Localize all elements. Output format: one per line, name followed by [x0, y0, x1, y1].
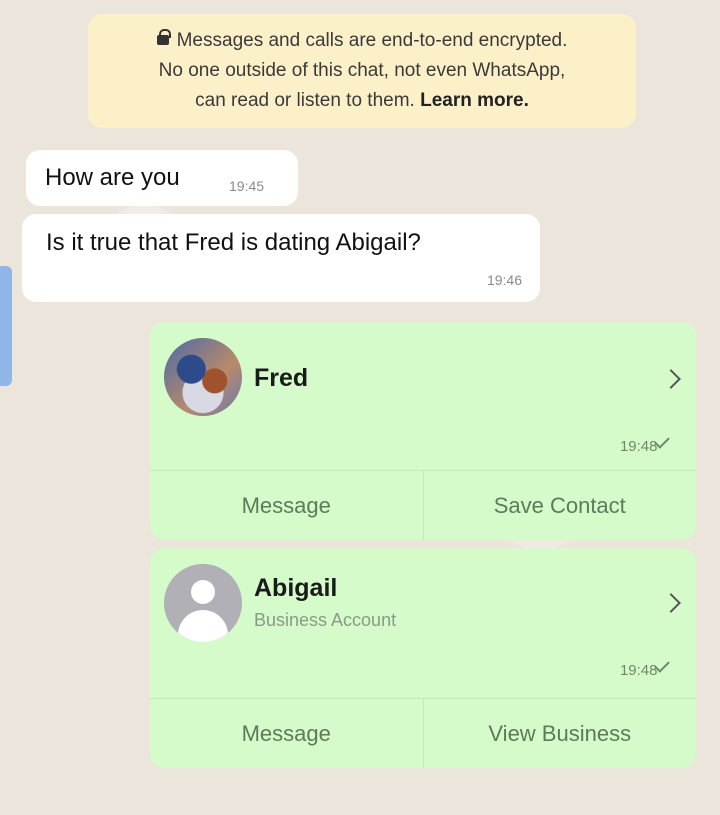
message-text: Is it true that Fred is dating Abigail? — [46, 229, 421, 256]
contact-name: Abigail — [254, 574, 338, 602]
incoming-message[interactable]: How are you 19:45 — [26, 150, 298, 206]
side-tab[interactable] — [0, 266, 12, 386]
message-time: 19:45 — [229, 178, 265, 194]
avatar[interactable] — [164, 338, 242, 416]
contact-card-fred[interactable]: Fred 19:48 Message Save Contact — [150, 322, 696, 540]
lock-icon — [156, 29, 171, 45]
message-button[interactable]: Message — [150, 699, 423, 768]
contact-card-abigail[interactable]: Abigail Business Account 19:48 Message V… — [150, 548, 696, 768]
message-button[interactable]: Message — [150, 471, 423, 540]
save-contact-button[interactable]: Save Contact — [422, 471, 697, 540]
incoming-message[interactable]: Is it true that Fred is dating Abigail? … — [22, 214, 540, 302]
encryption-notice[interactable]: Messages and calls are end-to-end encryp… — [88, 14, 636, 128]
avatar-head — [191, 580, 215, 604]
view-business-button[interactable]: View Business — [422, 699, 697, 768]
default-avatar-icon[interactable] — [164, 564, 242, 642]
avatar-body — [178, 610, 228, 642]
card-actions: Message Save Contact — [150, 470, 696, 540]
business-account-label: Business Account — [254, 610, 397, 630]
chevron-right-icon[interactable] — [661, 593, 681, 613]
message-time: 19:46 — [486, 272, 522, 288]
chevron-right-icon[interactable] — [661, 369, 681, 389]
message-text: How are you — [45, 164, 180, 191]
encryption-text-2: No one outside of this chat, not even Wh… — [158, 60, 566, 81]
card-actions: Message View Business — [150, 698, 696, 768]
encryption-line-1: Messages and calls are end-to-end encryp… — [88, 26, 636, 56]
learn-more-link[interactable]: Learn more. — [420, 90, 529, 111]
encryption-text-1: Messages and calls are end-to-end encryp… — [176, 30, 568, 51]
encryption-text-3: can read or listen to them. — [195, 90, 415, 111]
contact-name: Fred — [254, 364, 309, 392]
encryption-line-3: can read or listen to them. Learn more. — [88, 86, 636, 116]
